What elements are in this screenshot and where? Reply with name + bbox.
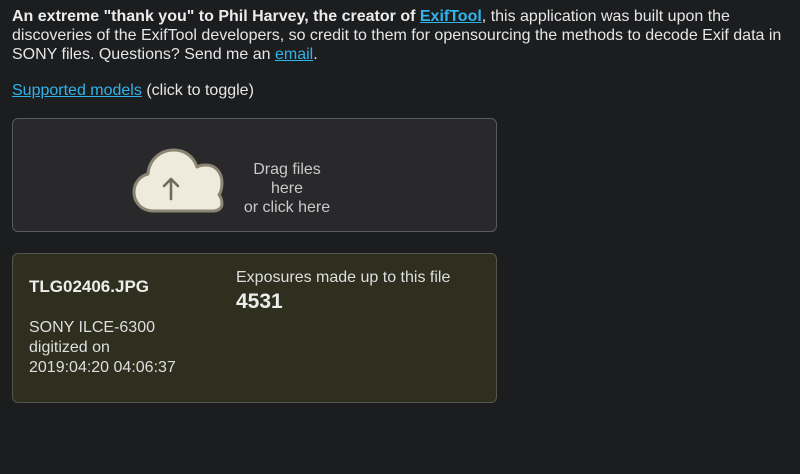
dropzone-line-1: Drag files here	[253, 161, 321, 197]
result-filename: TLG02406.JPG	[29, 277, 150, 296]
page: An extreme "thank you" to Phil Harvey, t…	[0, 0, 800, 474]
intro-paragraph: An extreme "thank you" to Phil Harvey, t…	[12, 7, 782, 64]
intro-trailing: .	[313, 46, 318, 63]
cloud-upload-icon	[132, 148, 224, 213]
email-link[interactable]: email	[275, 46, 313, 63]
dropzone-text: Drag files here or click here	[235, 160, 339, 217]
digitized-label: digitized on	[29, 339, 110, 356]
digitized-date: 2019:04:20 04:06:37	[29, 359, 176, 376]
exiftool-link[interactable]: ExifTool	[420, 8, 482, 25]
exposures-value: 4531	[236, 290, 283, 313]
camera-model: SONY ILCE-6300	[29, 319, 155, 336]
exposures-label: Exposures made up to this file	[236, 269, 451, 286]
intro-bold-text: An extreme "thank you" to Phil Harvey, t…	[12, 8, 416, 25]
file-dropzone[interactable]: Drag files here or click here	[12, 118, 497, 232]
supported-models-hint: (click to toggle)	[146, 82, 254, 99]
result-camera-info: SONY ILCE-6300 digitized on 2019:04:20 0…	[29, 318, 209, 378]
result-card: TLG02406.JPG SONY ILCE-6300 digitized on…	[12, 253, 497, 403]
supported-models-link[interactable]: Supported models	[12, 82, 142, 99]
supported-models-line: Supported models (click to toggle)	[12, 81, 254, 100]
dropzone-line-2: or click here	[243, 199, 331, 216]
